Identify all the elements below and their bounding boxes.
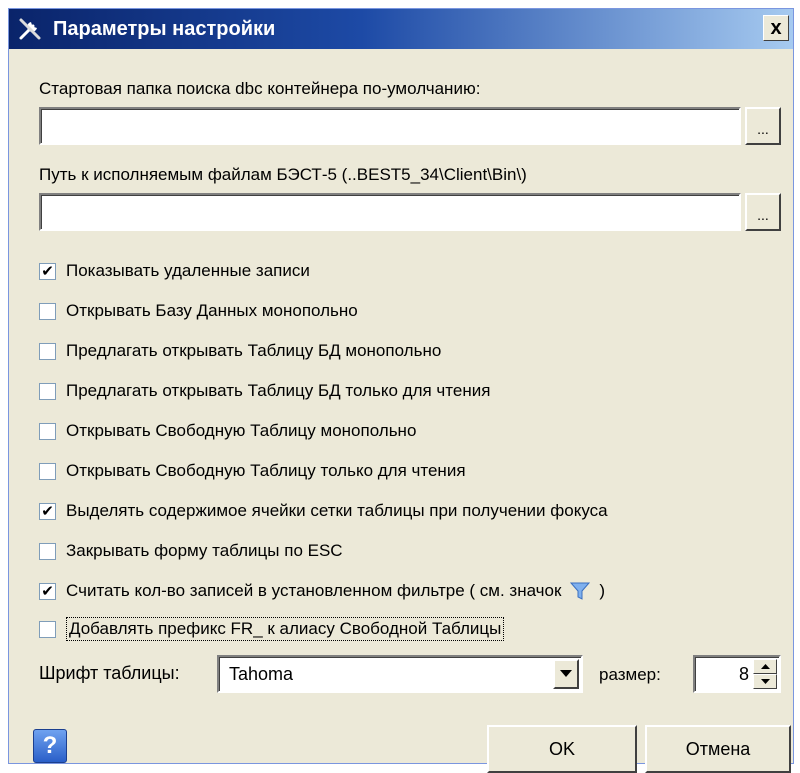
checkbox-box[interactable]: ✔	[39, 262, 56, 280]
settings-dialog: Параметры настройки x Стартовая папка по…	[8, 8, 794, 773]
best5-path-label: Путь к исполняемым файлам БЭСТ-5 (..BEST…	[39, 165, 527, 184]
window-title: Параметры настройки	[53, 17, 276, 40]
dbc-folder-label: Стартовая папка поиска dbc контейнера по…	[39, 79, 481, 98]
dbc-folder-input[interactable]	[39, 107, 741, 145]
best5-path-browse-button[interactable]: ...	[745, 193, 781, 231]
font-size-stepper[interactable]: 8	[693, 655, 781, 693]
font-select[interactable]: Tahoma	[217, 655, 583, 693]
checkbox-open-db-exclusive[interactable]: Открывать Базу Данных монопольно	[39, 299, 358, 323]
checkbox-box[interactable]	[39, 342, 56, 360]
spin-up-icon[interactable]	[753, 659, 777, 674]
checkbox-add-fr-prefix[interactable]: Добавлять префикс FR_ к алиасу Свободной…	[39, 617, 505, 641]
checkbox-label: Предлагать открывать Таблицу БД только д…	[66, 381, 491, 400]
checkbox-label: Добавлять префикс FR_ к алиасу Свободной…	[66, 617, 505, 641]
checkbox-free-table-exclusive[interactable]: Открывать Свободную Таблицу монопольно	[39, 419, 416, 443]
checkbox-label-end: )	[599, 581, 606, 600]
cancel-button[interactable]: Отмена	[645, 725, 791, 773]
check-mark-icon: ✔	[41, 502, 54, 520]
checkbox-label: Показывать удаленные записи	[66, 261, 310, 280]
checkbox-label: Предлагать открывать Таблицу БД монополь…	[66, 341, 442, 360]
checkbox-label: Открывать Свободную Таблицу только для ч…	[66, 461, 466, 480]
size-label: размер:	[599, 665, 661, 684]
checkbox-label: Считать кол-во записей в установленном ф…	[66, 581, 562, 600]
checkbox-box[interactable]: ✔	[39, 582, 56, 600]
checkbox-select-cell-on-focus[interactable]: ✔ Выделять содержимое ячейки сетки табли…	[39, 499, 608, 523]
font-label: Шрифт таблицы:	[39, 663, 180, 683]
best5-path-input[interactable]	[39, 193, 741, 231]
checkbox-box[interactable]	[39, 382, 56, 400]
help-button[interactable]: ?	[33, 729, 67, 763]
checkbox-label: Закрывать форму таблицы по ESC	[66, 541, 343, 560]
title-bar[interactable]: Параметры настройки x	[9, 9, 793, 49]
checkbox-label: Открывать Свободную Таблицу монопольно	[66, 421, 417, 440]
checkbox-box[interactable]	[39, 462, 56, 480]
tools-icon	[15, 14, 45, 44]
filter-icon	[569, 580, 591, 602]
checkbox-suggest-table-readonly[interactable]: Предлагать открывать Таблицу БД только д…	[39, 379, 490, 403]
checkbox-suggest-table-exclusive[interactable]: Предлагать открывать Таблицу БД монополь…	[39, 339, 441, 363]
checkbox-label: Открывать Базу Данных монопольно	[66, 301, 358, 320]
close-button[interactable]: x	[763, 15, 789, 41]
checkbox-close-on-esc[interactable]: Закрывать форму таблицы по ESC	[39, 539, 343, 563]
spin-down-icon[interactable]	[753, 674, 777, 689]
checkbox-box[interactable]	[39, 422, 56, 440]
chevron-down-icon[interactable]	[553, 659, 579, 689]
checkbox-show-deleted[interactable]: ✔ Показывать удаленные записи	[39, 259, 310, 283]
checkbox-count-filtered-records[interactable]: ✔ Считать кол-во записей в установленном…	[39, 579, 605, 603]
dbc-folder-browse-button[interactable]: ...	[745, 107, 781, 145]
spin-buttons	[753, 659, 777, 689]
check-mark-icon: ✔	[41, 582, 54, 600]
checkbox-box[interactable]	[39, 542, 56, 560]
checkbox-free-table-readonly[interactable]: Открывать Свободную Таблицу только для ч…	[39, 459, 466, 483]
check-mark-icon: ✔	[41, 262, 54, 280]
checkbox-box[interactable]: ✔	[39, 502, 56, 520]
checkbox-label: Выделять содержимое ячейки сетки таблицы…	[66, 501, 608, 520]
font-size-value: 8	[738, 664, 749, 684]
checkbox-box[interactable]	[39, 620, 56, 638]
font-select-value: Tahoma	[229, 664, 294, 684]
ok-button[interactable]: OK	[487, 725, 637, 773]
checkbox-box[interactable]	[39, 302, 56, 320]
